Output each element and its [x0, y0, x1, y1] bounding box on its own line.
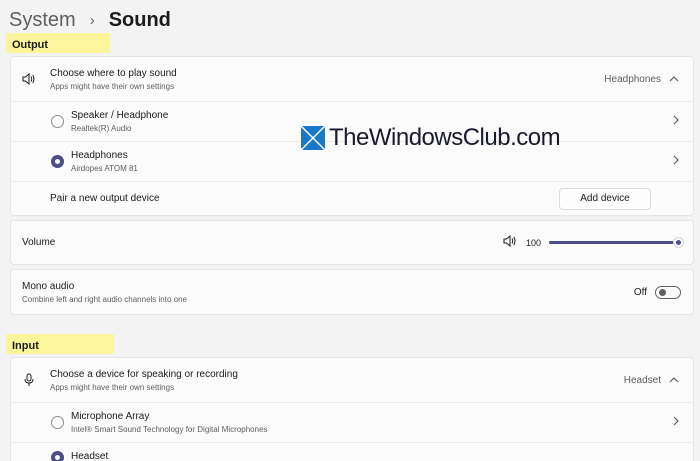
- headphones-radio[interactable]: [51, 155, 64, 168]
- choose-input-subtitle: Apps might have their own settings: [50, 382, 175, 392]
- microphone-icon: [22, 373, 36, 387]
- output-section-label: Output: [6, 33, 110, 53]
- speaker-volume-icon[interactable]: [503, 234, 518, 252]
- mono-audio-toggle-wrap: Off: [633, 285, 681, 299]
- device-name: Headset: [71, 451, 109, 461]
- mono-audio-card: Mono audio Combine left and right audio …: [10, 269, 694, 315]
- volume-row: Volume 100: [11, 221, 693, 264]
- selected-input-value: Headset: [623, 374, 661, 386]
- watermark-text: TheWindowsClub.com: [329, 124, 561, 151]
- speaker-radio[interactable]: [51, 115, 64, 128]
- mono-audio-row: Mono audio Combine left and right audio …: [11, 270, 693, 314]
- breadcrumb: System › Sound: [9, 6, 171, 34]
- speaker-icon: [22, 72, 36, 86]
- choose-output-title: Choose where to play sound: [50, 67, 177, 79]
- volume-value: 100: [525, 237, 541, 248]
- mono-audio-toggle[interactable]: [655, 285, 681, 299]
- input-device-headset[interactable]: Headset: [11, 443, 693, 461]
- device-sub: Realtek(R) Audio: [71, 124, 132, 133]
- device-sub: Airdopes ATOM 81: [71, 164, 138, 173]
- mono-audio-title: Mono audio: [22, 280, 75, 292]
- watermark: TheWindowsClub.com: [300, 124, 561, 152]
- volume-slider-thumb[interactable]: [674, 238, 683, 247]
- chevron-right-icon[interactable]: [673, 115, 679, 128]
- volume-control: 100: [503, 234, 683, 252]
- chevron-right-icon[interactable]: [673, 155, 679, 168]
- page-title: Sound: [108, 8, 171, 31]
- input-device-microphone-array[interactable]: Microphone Array Intel® Smart Sound Tech…: [11, 403, 693, 443]
- chevron-right-icon[interactable]: [673, 416, 679, 429]
- windows-logo-icon: [300, 125, 326, 151]
- input-card: Choose a device for speaking or recordin…: [10, 357, 694, 461]
- mono-audio-subtitle: Combine left and right audio channels in…: [22, 294, 187, 304]
- volume-label: Volume: [22, 237, 56, 248]
- volume-slider[interactable]: [549, 238, 683, 247]
- choose-input-row[interactable]: Choose a device for speaking or recordin…: [11, 358, 693, 403]
- breadcrumb-system[interactable]: System: [9, 9, 76, 32]
- chevron-up-icon[interactable]: [669, 374, 679, 386]
- pair-device-row: Pair a new output device Add device: [11, 182, 693, 215]
- device-name: Microphone Array: [71, 411, 150, 422]
- breadcrumb-separator-icon: ›: [89, 11, 95, 29]
- volume-card: Volume 100: [10, 220, 694, 265]
- device-name: Headphones: [71, 150, 128, 161]
- device-name: Speaker / Headphone: [71, 110, 169, 121]
- selected-output-value: Headphones: [604, 73, 661, 85]
- microphone-array-radio[interactable]: [51, 416, 64, 429]
- choose-output-subtitle: Apps might have their own settings: [50, 81, 175, 91]
- volume-slider-fill: [549, 241, 683, 244]
- pair-device-label: Pair a new output device: [50, 193, 160, 204]
- input-section-label: Input: [6, 334, 114, 354]
- device-sub: Intel® Smart Sound Technology for Digita…: [71, 425, 268, 434]
- choose-input-title: Choose a device for speaking or recordin…: [50, 368, 238, 380]
- mono-audio-state: Off: [633, 286, 647, 298]
- choose-output-row[interactable]: Choose where to play sound Apps might ha…: [11, 57, 693, 102]
- add-device-button[interactable]: Add device: [559, 187, 651, 210]
- headset-radio[interactable]: [51, 451, 64, 461]
- chevron-up-icon[interactable]: [669, 73, 679, 85]
- toggle-knob: [659, 288, 666, 296]
